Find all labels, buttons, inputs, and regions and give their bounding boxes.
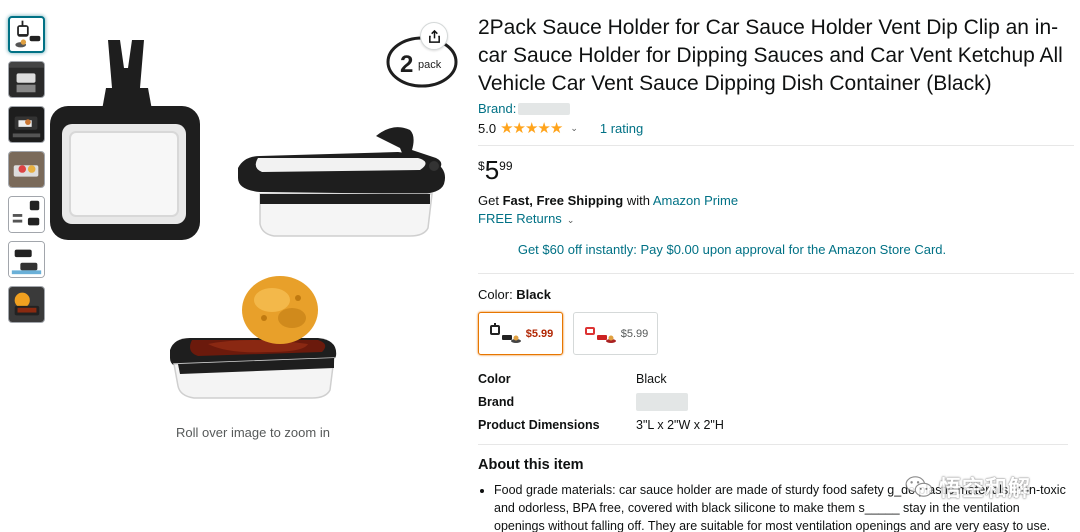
product-main-image[interactable]: 2 pack xyxy=(48,18,468,413)
color-selection-label: Color: Black xyxy=(478,286,1074,304)
brand-line[interactable]: Brand: xyxy=(478,101,1074,117)
shipping-prefix: Get xyxy=(478,193,503,208)
badge-number: 2 xyxy=(400,51,413,78)
product-specs: Color Black Brand Product Dimensions 3"L… xyxy=(478,367,1074,436)
thumbnail-1[interactable] xyxy=(8,16,45,53)
thumbnail-2[interactable] xyxy=(8,61,45,98)
price-symbol: $ xyxy=(478,159,485,173)
store-card-promo[interactable]: Get $60 off instantly: Pay $0.00 upon ap… xyxy=(478,241,1074,259)
shipping-bold: Fast, Free Shipping xyxy=(502,193,624,208)
share-icon xyxy=(428,29,440,43)
watermark: 悟空和解 xyxy=(905,472,1055,502)
swatch-black[interactable]: $5.99 xyxy=(478,312,563,355)
shipping-info: Get Fast, Free Shipping with Amazon Prim… xyxy=(478,192,1074,210)
badge-text: pack xyxy=(418,59,442,71)
thumbnail-5[interactable] xyxy=(8,196,45,233)
spec-value-blurred xyxy=(636,392,688,411)
spec-row: Brand xyxy=(478,390,1074,413)
holder-front-view xyxy=(50,40,200,240)
swatch-black-thumbnail xyxy=(489,322,521,343)
zoom-hint: Roll over image to zoom in xyxy=(176,425,330,440)
spec-value: Black xyxy=(636,371,667,386)
swatch-red[interactable]: $5.99 xyxy=(573,312,658,355)
star-rating-icon[interactable]: ★★★★★ xyxy=(500,119,563,137)
thumbnail-7[interactable] xyxy=(8,286,45,323)
rating-line: 5.0 ★★★★★ ⌄ 1 rating xyxy=(478,119,1074,137)
two-pack-badge: 2 pack xyxy=(386,36,458,88)
rating-value: 5.0 xyxy=(478,120,497,136)
color-swatches: $5.99 $5.99 xyxy=(478,312,1074,355)
spec-value: 3"L x 2"W x 2"H xyxy=(636,417,724,432)
product-title: 2Pack Sauce Holder for Car Sauce Holder … xyxy=(478,16,1063,95)
color-value: Black xyxy=(516,287,551,302)
spec-key: Color xyxy=(478,371,511,386)
spec-key: Brand xyxy=(478,394,515,409)
thumbnail-3[interactable] xyxy=(8,106,45,143)
rating-count-link[interactable]: 1 rating xyxy=(600,121,643,136)
thumbnail-strip xyxy=(8,16,46,331)
free-returns[interactable]: FREE Returns ⌄ xyxy=(478,210,1074,229)
price-whole: 5 xyxy=(484,155,500,185)
divider xyxy=(478,444,1068,445)
holder-side-view xyxy=(238,127,446,237)
thumbnail-6[interactable] xyxy=(8,241,45,278)
watermark-text: 悟空和解 xyxy=(939,476,1032,501)
holder-with-nugget xyxy=(170,276,337,399)
spec-row: Color Black xyxy=(478,367,1074,390)
shipping-mid: with xyxy=(623,193,653,208)
swatch-red-thumbnail xyxy=(584,326,616,343)
price: $ 5 99 xyxy=(478,156,1074,186)
brand-label: Brand: xyxy=(478,101,517,116)
divider xyxy=(478,273,1074,274)
color-label: Color: xyxy=(478,287,517,302)
product-illustration: 2 pack xyxy=(50,36,458,399)
thumbnail-4[interactable] xyxy=(8,151,45,188)
spec-key: Product Dimensions xyxy=(478,417,600,432)
brand-blurred xyxy=(518,103,571,115)
chevron-down-icon[interactable]: ⌄ xyxy=(570,123,578,134)
share-button[interactable] xyxy=(420,22,448,50)
swatch-red-price: $5.99 xyxy=(620,327,649,340)
spec-row: Product Dimensions 3"L x 2"W x 2"H xyxy=(478,413,1074,436)
amazon-prime-link[interactable]: Amazon Prime xyxy=(653,193,738,208)
swatch-black-price: $5.99 xyxy=(525,327,554,340)
product-details: 2Pack Sauce Holder for Car Sauce Holder … xyxy=(478,14,1074,532)
price-fraction: 99 xyxy=(499,159,513,173)
divider xyxy=(478,145,1074,146)
free-returns-label: FREE Returns xyxy=(478,211,562,226)
wechat-icon xyxy=(905,476,933,497)
chevron-down-icon: ⌄ xyxy=(566,215,575,225)
